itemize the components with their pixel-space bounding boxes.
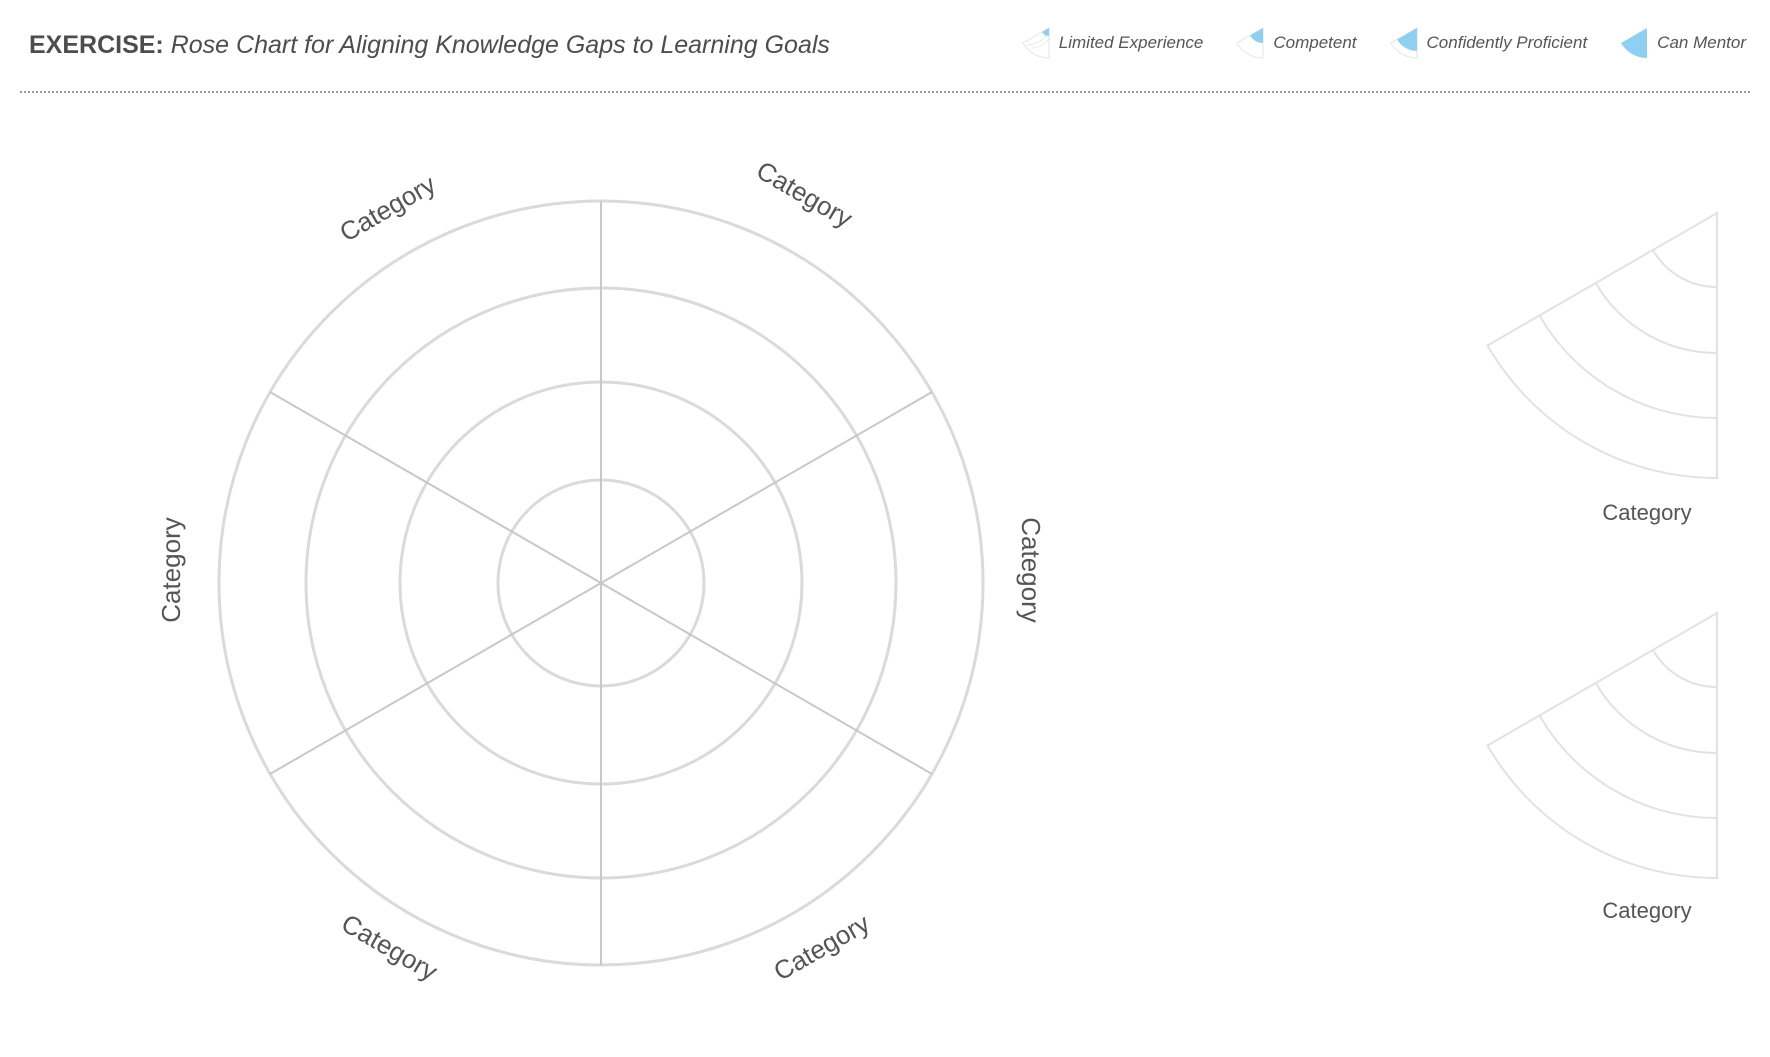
legend-item-can-mentor: Can Mentor <box>1617 26 1746 60</box>
legend-item-competent: Competent <box>1233 26 1357 60</box>
legend-label: Confidently Proficient <box>1426 33 1588 52</box>
legend-item-confidently-proficient: Confidently Proficient <box>1387 26 1588 60</box>
legend-wedge-icon <box>1389 26 1418 59</box>
category-wedge <box>1486 211 1718 480</box>
rose-chart: Category Category Category Category Cate… <box>156 155 1046 987</box>
legend-wedge-icon <box>1621 28 1648 59</box>
category-wedge <box>1486 611 1718 880</box>
wedge-category-label: Category <box>1602 898 1692 923</box>
legend-label: Can Mentor <box>1657 33 1746 52</box>
legend-label: Competent <box>1273 33 1357 52</box>
legend: Limited Experience Competent Confidently… <box>1019 26 1746 60</box>
wedge-category-label: Category <box>1602 500 1692 525</box>
rose-category-label: Category <box>336 908 442 987</box>
rose-category-label: Category <box>156 517 186 623</box>
rose-category-label: Category <box>334 169 440 248</box>
rose-category-label: Category <box>751 155 857 234</box>
legend-wedge-icon <box>1236 26 1264 59</box>
rose-category-label: Category <box>1016 517 1046 623</box>
rose-spokes <box>269 201 933 965</box>
